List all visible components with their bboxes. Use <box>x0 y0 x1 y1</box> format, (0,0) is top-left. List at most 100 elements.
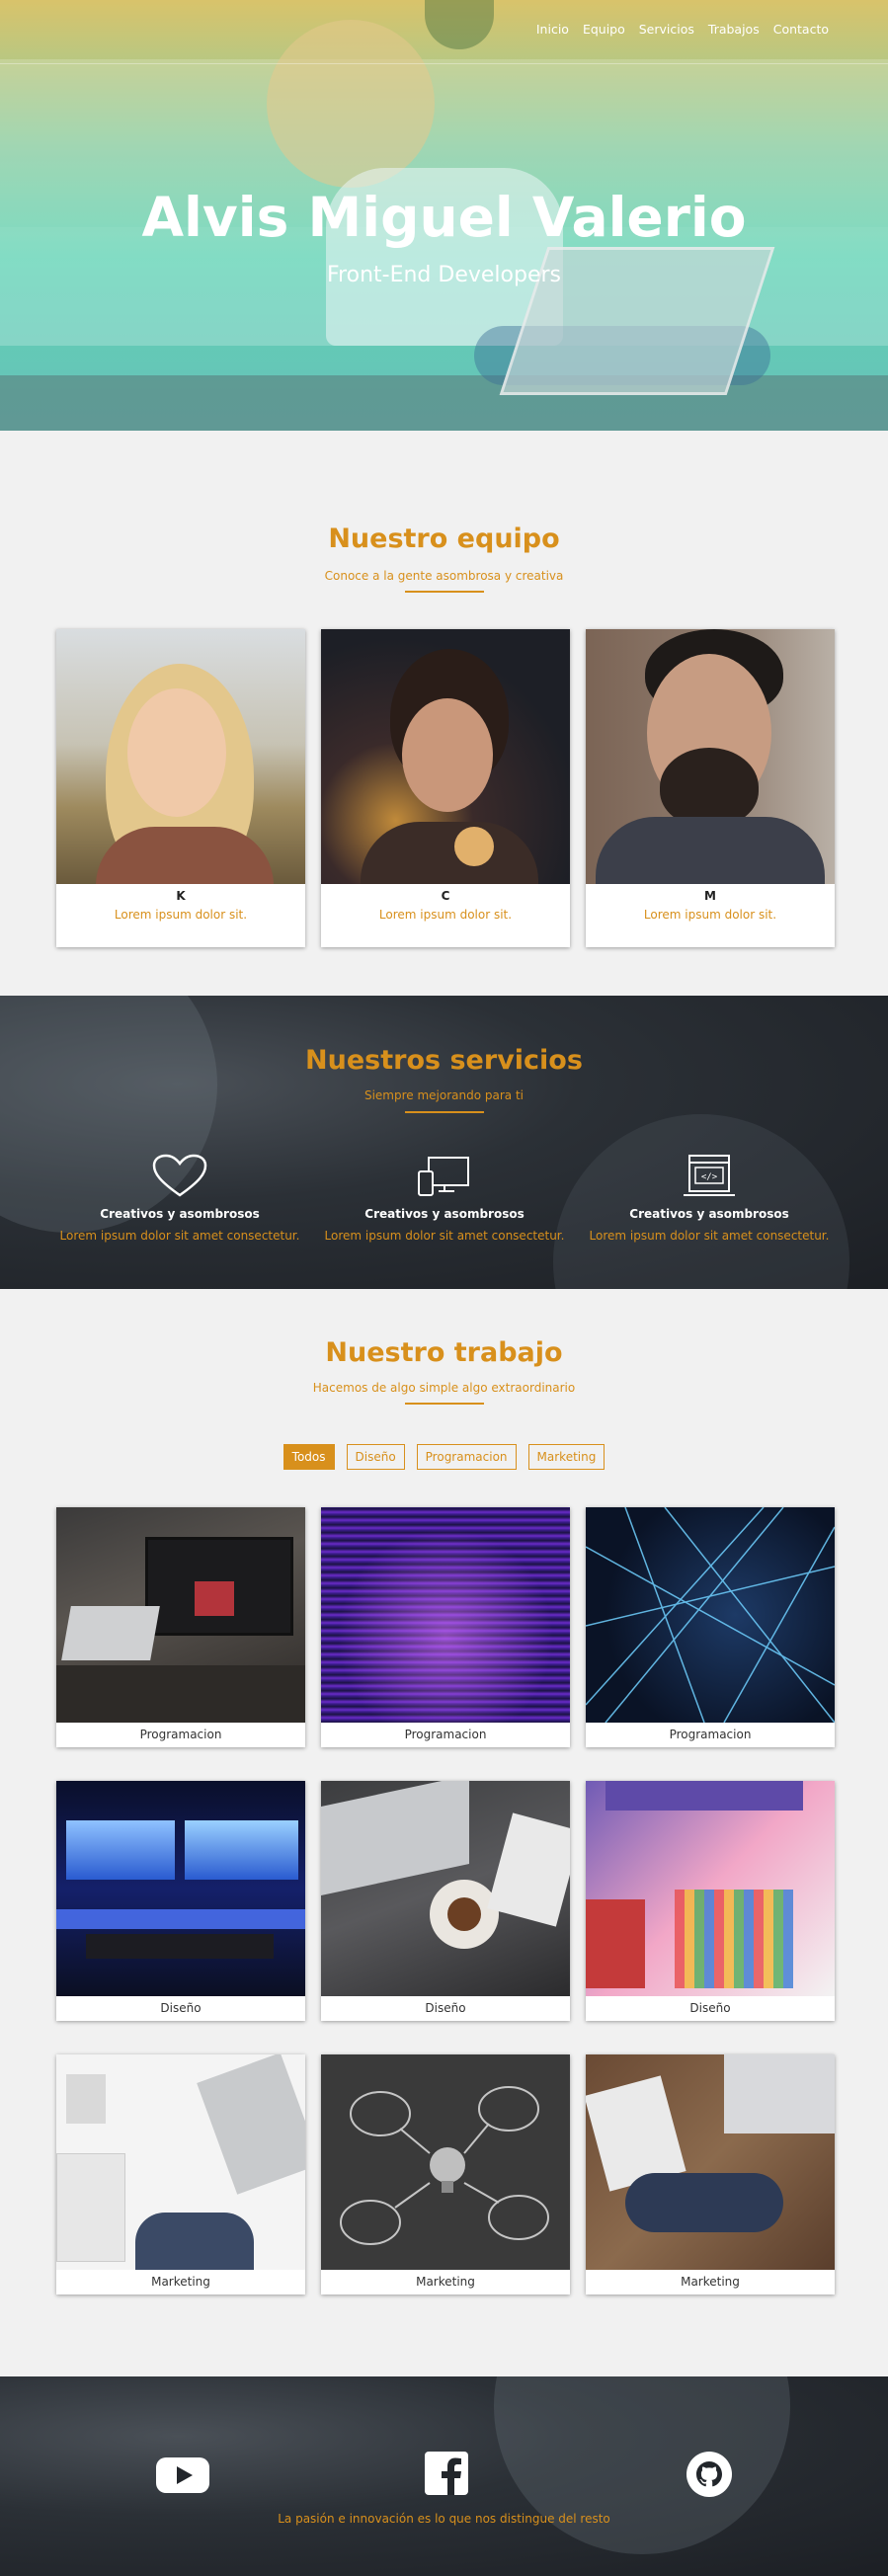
team-card-k: K Lorem ipsum dolor sit. <box>56 629 305 947</box>
filter-todos-button[interactable]: Todos <box>283 1444 335 1470</box>
image-pencils <box>675 1890 793 1988</box>
work-label: Programacion <box>669 1728 752 1741</box>
work-item[interactable]: Diseño <box>56 1781 305 2021</box>
work-image <box>56 1507 305 1723</box>
github-icon[interactable] <box>686 2452 732 2501</box>
nav-link-servicios[interactable]: Servicios <box>639 22 694 37</box>
work-item[interactable]: Programacion <box>586 1507 835 1747</box>
service-title: Creativos y asombrosos <box>629 1207 789 1221</box>
image-keyboard <box>86 1934 274 1959</box>
service-desc: Lorem ipsum dolor sit amet consectetur. <box>589 1229 830 1243</box>
work-item[interactable]: Marketing <box>321 2054 570 2294</box>
hero-plant <box>425 0 494 49</box>
filter-programacion-button[interactable]: Programacion <box>416 1444 517 1470</box>
services-section: Nuestros servicios Siempre mejorando par… <box>0 996 888 1289</box>
hero-floor <box>0 375 888 431</box>
hero-subtitle: Front-End Developers <box>327 263 561 287</box>
work-item[interactable]: Programacion <box>56 1507 305 1747</box>
work-image <box>56 1781 305 1996</box>
image-paint-box <box>586 1899 645 1988</box>
nav-link-inicio[interactable]: Inicio <box>536 22 569 37</box>
work-label: Marketing <box>151 2275 210 2289</box>
image-notebook <box>605 1781 803 1811</box>
service-title: Creativos y asombrosos <box>364 1207 525 1221</box>
filter-diseno-button[interactable]: Diseño <box>346 1444 405 1470</box>
work-image <box>586 1781 835 1996</box>
image-handshake <box>625 2173 783 2232</box>
services-title-underline <box>405 1111 484 1113</box>
photo-face <box>127 688 226 817</box>
service-item: </> Creativos y asombrosos Lorem ipsum d… <box>581 1154 838 1243</box>
image-paper <box>487 1812 570 1927</box>
image-calculator <box>66 2074 106 2124</box>
filter-marketing-button[interactable]: Marketing <box>527 1444 605 1470</box>
hero-person-hair <box>267 20 435 188</box>
service-item: Creativos y asombrosos Lorem ipsum dolor… <box>51 1154 308 1243</box>
photo-face <box>402 698 493 812</box>
service-desc: Lorem ipsum dolor sit amet consectetur. <box>324 1229 565 1243</box>
photo-beard <box>660 748 759 827</box>
hero-title: Alvis Miguel Valerio <box>141 186 747 249</box>
work-title: Nuestro trabajo <box>325 1337 563 1368</box>
youtube-icon[interactable] <box>156 2455 209 2499</box>
team-member-desc: Lorem ipsum dolor sit. <box>114 908 248 922</box>
work-label: Marketing <box>416 2275 475 2289</box>
image-paper <box>56 2153 125 2262</box>
team-card-c: C Lorem ipsum dolor sit. <box>321 629 570 947</box>
footer-bg-blur <box>494 2376 790 2554</box>
image-hands <box>135 2213 254 2270</box>
work-item[interactable]: Programacion <box>321 1507 570 1747</box>
team-member-name: K <box>176 889 186 903</box>
image-monitor-right <box>185 1820 298 1880</box>
work-item[interactable]: Marketing <box>586 2054 835 2294</box>
work-item[interactable]: Diseño <box>586 1781 835 2021</box>
service-desc: Lorem ipsum dolor sit amet consectetur. <box>59 1229 300 1243</box>
work-item[interactable]: Marketing <box>56 2054 305 2294</box>
footer: La pasión e innovación es lo que nos dis… <box>0 2376 888 2576</box>
photo-shoulders <box>596 817 825 884</box>
image-laptop <box>61 1606 160 1660</box>
team-photo-k <box>56 629 305 884</box>
work-label: Diseño <box>160 2001 202 2015</box>
photo-shoulders <box>96 827 274 884</box>
team-member-name: C <box>441 889 450 903</box>
team-member-name: M <box>704 889 716 903</box>
work-filter-bar: Todos Diseño Programacion Marketing <box>0 1444 888 1470</box>
image-laptop <box>197 2054 305 2195</box>
photo-sparkler <box>454 827 494 866</box>
team-title-underline <box>405 591 484 593</box>
service-item: Creativos y asombrosos Lorem ipsum dolor… <box>316 1154 573 1243</box>
hero-banner: Inicio Equipo Servicios Trabajos Contact… <box>0 0 888 431</box>
image-screen-accent <box>195 1581 234 1616</box>
work-label: Programacion <box>139 1728 222 1741</box>
team-photo-m <box>586 629 835 884</box>
devices-icon <box>415 1154 474 1199</box>
facebook-icon[interactable] <box>425 2452 468 2499</box>
svg-text:</>: </> <box>701 1172 718 1182</box>
work-image <box>586 2054 835 2270</box>
image-monitor-left <box>66 1820 175 1880</box>
image-glow <box>321 1507 570 1723</box>
team-member-desc: Lorem ipsum dolor sit. <box>643 908 777 922</box>
team-photo-c <box>321 629 570 884</box>
nav-link-trabajos[interactable]: Trabajos <box>708 22 760 37</box>
services-subtitle: Siempre mejorando para ti <box>363 1088 525 1102</box>
work-item[interactable]: Diseño <box>321 1781 570 2021</box>
work-image <box>321 2054 570 2270</box>
team-title: Nuestro equipo <box>328 523 560 554</box>
work-image <box>56 2054 305 2270</box>
nav-link-contacto[interactable]: Contacto <box>773 22 829 37</box>
work-label: Diseño <box>689 2001 731 2015</box>
work-label: Marketing <box>681 2275 740 2289</box>
team-subtitle: Conoce a la gente asombrosa y creativa <box>324 569 564 583</box>
image-laptop <box>321 1781 469 1895</box>
nav-divider <box>0 63 888 64</box>
footer-tagline: La pasión e innovación es lo que nos dis… <box>278 2512 610 2526</box>
image-chalk-ideas <box>340 2086 549 2245</box>
nav-link-equipo[interactable]: Equipo <box>583 22 625 37</box>
image-network-lines <box>586 1507 835 1723</box>
work-image <box>321 1781 570 1996</box>
work-label: Diseño <box>425 2001 466 2015</box>
image-laptop <box>724 2054 835 2133</box>
work-image <box>321 1507 570 1723</box>
